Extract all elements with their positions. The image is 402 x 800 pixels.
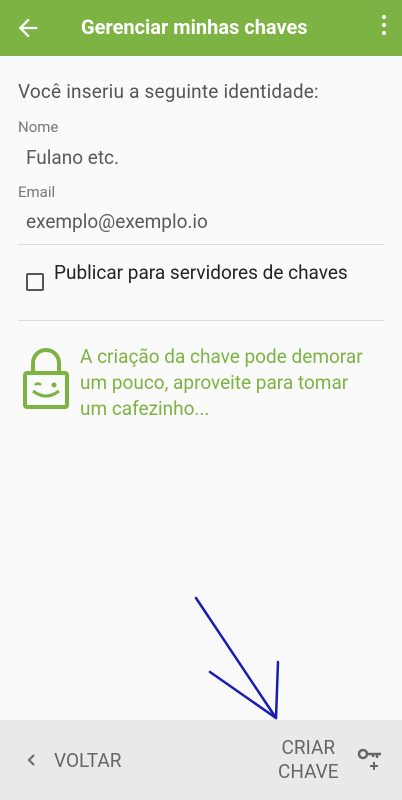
identity-intro: Você inseriu a seguinte identidade: — [18, 80, 319, 103]
create-key-label-line2: CHAVE — [278, 760, 339, 783]
publish-checkbox[interactable] — [26, 273, 44, 291]
back-button[interactable]: VOLTAR — [26, 747, 121, 773]
publish-checkbox-label[interactable]: Publicar para servidores de chaves — [54, 260, 354, 286]
key-creation-notice: A criação da chave pode demorar um pouco… — [80, 345, 363, 420]
name-value: Fulano etc. — [26, 146, 120, 169]
lock-icon — [23, 348, 69, 409]
back-button-label: VOLTAR — [54, 748, 122, 772]
create-key-button[interactable]: CRIAR CHAVE — [278, 736, 339, 784]
app-bar: Gerenciar minhas chaves — [0, 0, 402, 56]
page-title: Gerenciar minhas chaves — [81, 15, 308, 39]
back-arrow-icon[interactable] — [14, 14, 42, 42]
bottom-bar: VOLTAR CRIAR CHAVE — [0, 720, 402, 800]
publish-divider — [18, 320, 384, 321]
more-vert-icon[interactable] — [380, 15, 388, 41]
chevron-left-icon — [27, 754, 35, 766]
create-key-label-line1: CRIAR — [281, 736, 336, 759]
email-value: exemplo@exemplo.io — [26, 210, 208, 233]
email-divider — [18, 244, 384, 245]
email-label: Email — [18, 183, 56, 201]
key-plus-icon[interactable] — [357, 746, 383, 772]
name-label: Nome — [18, 118, 59, 136]
